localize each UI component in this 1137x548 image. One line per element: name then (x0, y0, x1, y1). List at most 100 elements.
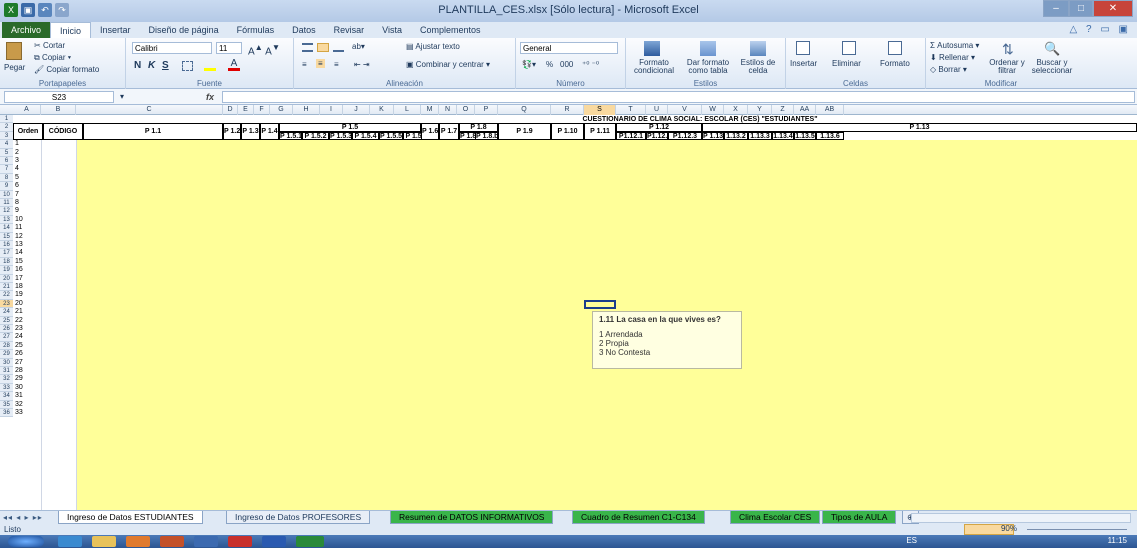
row-header[interactable]: 18 (0, 257, 13, 267)
fill-button[interactable]: ⬇ Rellenar ▾ (930, 53, 975, 62)
orden-cell[interactable]: 24 (15, 333, 23, 341)
wrap-text-button[interactable]: ▤ Ajustar texto (406, 42, 460, 51)
media-icon[interactable] (126, 536, 150, 547)
orden-cell[interactable]: 11 (15, 224, 22, 232)
thousands-button[interactable]: 000 (560, 60, 573, 69)
row-header[interactable]: 7 (0, 165, 13, 174)
delete-cells-button[interactable]: Eliminar (832, 59, 861, 68)
orden-cell[interactable]: 15 (15, 258, 23, 266)
row-header[interactable]: 9 (0, 182, 13, 191)
row-header[interactable]: 24 (0, 308, 13, 317)
bold-button[interactable]: N (134, 60, 141, 71)
column-header-m[interactable]: M (421, 105, 439, 115)
percent-button[interactable]: % (546, 60, 553, 69)
tab-archivo[interactable]: Archivo (2, 22, 51, 38)
orden-cell[interactable]: 9 (15, 207, 19, 215)
sheet-tab-resumen-datos[interactable]: Resumen de DATOS INFORMATIVOS (390, 511, 554, 524)
underline-button[interactable]: S (162, 60, 169, 71)
column-header-q[interactable]: Q (498, 105, 551, 115)
column-header-x[interactable]: X (724, 105, 748, 115)
column-header-a[interactable]: A (13, 105, 41, 115)
column-header-v[interactable]: V (668, 105, 702, 115)
row-header[interactable]: 31 (0, 367, 13, 376)
tab-formulas[interactable]: Fórmulas (228, 22, 284, 38)
word-icon[interactable] (262, 536, 286, 547)
orden-cell[interactable]: 33 (15, 409, 23, 417)
ie-icon[interactable] (58, 536, 82, 547)
orden-cell[interactable]: 14 (15, 249, 23, 257)
currency-icon[interactable]: 💱▾ (522, 60, 536, 69)
font-name-select[interactable]: Calibri (132, 42, 212, 54)
pdf-icon[interactable] (228, 536, 252, 547)
paste-button[interactable]: Pegar (4, 63, 25, 72)
sheet-tab-profesores[interactable]: Ingreso de Datos PROFESORES (226, 511, 371, 524)
row-header[interactable]: 1 (0, 115, 13, 124)
format-painter-button[interactable]: 🖌 Copiar formato (34, 65, 99, 74)
orden-cell[interactable]: 20 (15, 300, 23, 308)
insert-cells-icon[interactable] (796, 41, 810, 55)
find-select-button[interactable]: Buscar y seleccionar (1030, 59, 1074, 75)
row-header[interactable]: 2 (0, 123, 13, 132)
sheet-tab-cuadro-resumen[interactable]: Cuadro de Resumen C1-C134 (572, 511, 705, 524)
orden-cell[interactable]: 12 (15, 233, 23, 241)
orden-cell[interactable]: 3 (15, 157, 19, 165)
indent-icon[interactable]: ⇤ ⇥ (354, 60, 370, 69)
row-header[interactable]: 5 (0, 148, 13, 157)
orden-cell[interactable]: 29 (15, 375, 23, 383)
column-header-t[interactable]: T (616, 105, 646, 115)
row-header[interactable]: 21 (0, 283, 13, 292)
insert-cells-button[interactable]: Insertar (790, 59, 817, 68)
row-header[interactable]: 13 (0, 215, 13, 225)
row-header[interactable]: 20 (0, 274, 13, 283)
align-top-icon[interactable] (302, 43, 313, 52)
column-header-f[interactable]: F (254, 105, 270, 115)
orden-cell[interactable]: 4 (15, 165, 19, 173)
namebox-dropdown-icon[interactable]: ▾ (120, 92, 124, 101)
horizontal-scrollbar[interactable] (911, 513, 1131, 523)
format-cells-button[interactable]: Formato (880, 59, 910, 68)
row-header[interactable]: 14 (0, 224, 13, 233)
column-header-ab[interactable]: AB (816, 105, 844, 115)
column-header-o[interactable]: O (457, 105, 475, 115)
align-center-icon[interactable]: ≡ (316, 59, 325, 68)
orden-cell[interactable]: 16 (15, 266, 23, 274)
name-box[interactable]: S23 (4, 91, 114, 103)
tab-datos[interactable]: Datos (283, 22, 325, 38)
align-right-icon[interactable]: ≡ (334, 60, 339, 69)
row-header[interactable]: 23 (0, 299, 13, 309)
app-icon[interactable] (194, 536, 218, 547)
tab-vista[interactable]: Vista (373, 22, 411, 38)
selected-cell[interactable] (584, 299, 616, 310)
orientation-icon[interactable]: ab▾ (352, 42, 365, 51)
autosum-button[interactable]: Σ Autosuma ▾ (930, 41, 979, 50)
font-color-icon[interactable]: A (228, 59, 240, 71)
row-header[interactable]: 10 (0, 190, 13, 199)
column-header-j[interactable]: J (343, 105, 370, 115)
format-table-button[interactable]: Dar formato como tabla (682, 59, 734, 75)
column-header-aa[interactable]: AA (794, 105, 816, 115)
column-header-l[interactable]: L (394, 105, 421, 115)
row-header[interactable]: 27 (0, 333, 13, 342)
tab-insertar[interactable]: Insertar (91, 22, 140, 38)
orden-cell[interactable]: 28 (15, 367, 23, 375)
italic-button[interactable]: K (148, 60, 155, 71)
row-header[interactable]: 22 (0, 291, 13, 300)
merge-center-button[interactable]: ▣ Combinar y centrar ▾ (406, 60, 490, 69)
tab-complementos[interactable]: Complementos (411, 22, 490, 38)
explorer-icon[interactable] (92, 536, 116, 547)
row-header[interactable]: 15 (0, 232, 13, 241)
orden-cell[interactable]: 22 (15, 317, 23, 325)
cut-button[interactable]: ✂ Cortar (34, 41, 65, 50)
column-header-w[interactable]: W (702, 105, 724, 115)
clock[interactable]: 11:15 (1108, 536, 1127, 545)
column-header-b[interactable]: B (41, 105, 76, 115)
borders-icon[interactable] (182, 61, 193, 71)
zoom-level[interactable]: 90% (1001, 524, 1017, 533)
font-size-select[interactable]: 11 (216, 42, 242, 54)
column-header-p[interactable]: P (475, 105, 498, 115)
column-header-i[interactable]: I (320, 105, 343, 115)
orden-cell[interactable]: 31 (15, 392, 23, 400)
column-header-k[interactable]: K (370, 105, 394, 115)
format-cells-icon[interactable] (888, 41, 902, 55)
row-header[interactable]: 16 (0, 241, 13, 250)
